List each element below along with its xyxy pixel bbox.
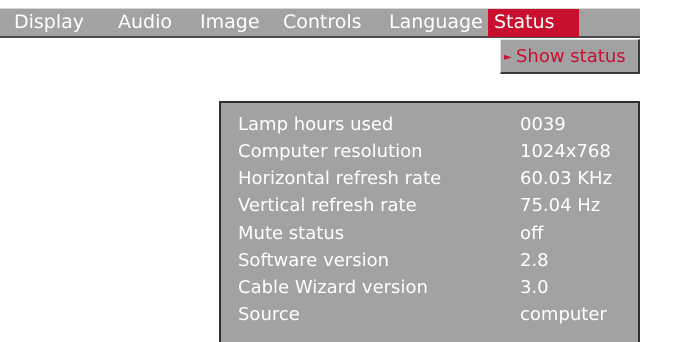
status-panel: Lamp hours used 0039 Computer resolution… bbox=[219, 101, 640, 342]
status-value: 75.04 Hz bbox=[520, 195, 601, 216]
status-label: Vertical refresh rate bbox=[238, 195, 417, 216]
status-value: 0039 bbox=[520, 114, 566, 135]
menu-display[interactable]: Display bbox=[14, 9, 84, 37]
status-value: 2.8 bbox=[520, 250, 549, 271]
status-label: Cable Wizard version bbox=[238, 277, 428, 298]
status-dropdown: ► Show status bbox=[500, 39, 640, 74]
status-label: Horizontal refresh rate bbox=[238, 168, 442, 189]
menu-audio[interactable]: Audio bbox=[118, 9, 172, 37]
status-value: computer bbox=[520, 304, 607, 325]
status-label: Mute status bbox=[238, 223, 345, 244]
status-row: Software version 2.8 bbox=[221, 250, 638, 276]
status-value: 3.0 bbox=[520, 277, 549, 298]
status-row: Lamp hours used 0039 bbox=[221, 114, 638, 140]
status-label: Source bbox=[238, 304, 300, 325]
status-label: Lamp hours used bbox=[238, 114, 394, 135]
status-value: 60.03 KHz bbox=[520, 168, 613, 189]
menu-image[interactable]: Image bbox=[200, 9, 260, 37]
status-row: Cable Wizard version 3.0 bbox=[221, 277, 638, 303]
status-value: off bbox=[520, 223, 544, 244]
show-status-label: Show status bbox=[516, 46, 626, 67]
show-status-item[interactable]: ► Show status bbox=[504, 44, 635, 70]
status-label: Software version bbox=[238, 250, 389, 271]
status-value: 1024x768 bbox=[520, 141, 611, 162]
status-label: Computer resolution bbox=[238, 141, 423, 162]
status-row: Horizontal refresh rate 60.03 KHz bbox=[221, 168, 638, 194]
status-row: Computer resolution 1024x768 bbox=[221, 141, 638, 167]
menu-bar: Display Audio Image Controls Language St… bbox=[0, 8, 640, 38]
status-row: Source computer bbox=[221, 304, 638, 330]
pointer-arrow-icon: ► bbox=[504, 52, 512, 63]
menu-status[interactable]: Status bbox=[488, 9, 579, 37]
status-row: Mute status off bbox=[221, 223, 638, 249]
menu-language[interactable]: Language bbox=[389, 9, 483, 37]
status-row: Vertical refresh rate 75.04 Hz bbox=[221, 195, 638, 221]
menu-controls[interactable]: Controls bbox=[283, 9, 362, 37]
